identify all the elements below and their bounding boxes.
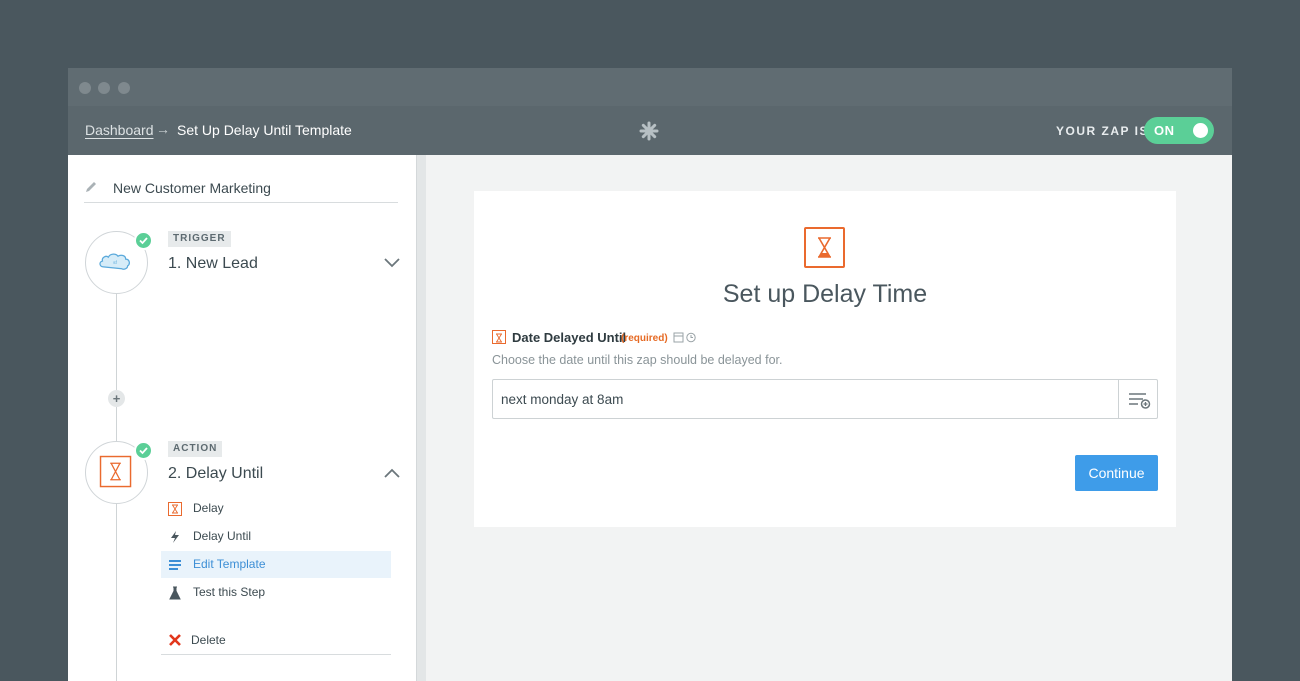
steps-sidebar: New Customer Marketing sf TRIGGER 1. New…: [68, 155, 418, 681]
delete-label: Delete: [191, 633, 226, 647]
required-label: (required): [621, 333, 668, 344]
pencil-icon: [86, 182, 96, 192]
calendar-clock-icon: [673, 332, 696, 343]
bolt-icon: [171, 531, 179, 543]
close-icon: [169, 634, 181, 646]
insert-field-button[interactable]: [1118, 380, 1157, 418]
chevron-down-icon[interactable]: [384, 258, 400, 268]
window-maximize-dot[interactable]: [118, 82, 130, 94]
app-window: Dashboard → Set Up Delay Until Template …: [68, 68, 1232, 681]
menu-label: Edit Template: [193, 557, 266, 571]
menu-item-delay[interactable]: Delay: [161, 495, 391, 522]
svg-text:sf: sf: [113, 260, 117, 266]
insert-field-icon: [1129, 393, 1151, 409]
field-help-text: Choose the date until this zap should be…: [492, 353, 783, 367]
zap-name-text: New Customer Marketing: [113, 180, 271, 196]
snowflake-logo-icon[interactable]: [639, 121, 659, 141]
continue-button[interactable]: Continue: [1075, 455, 1158, 491]
chevron-up-icon[interactable]: [384, 468, 400, 478]
breadcrumb-arrow: →: [156, 121, 170, 137]
menu-item-delay-until[interactable]: Delay Until: [161, 523, 391, 550]
hourglass-icon: [168, 502, 182, 516]
window-titlebar: [68, 68, 1232, 106]
menu-label: Delay: [193, 501, 224, 515]
hourglass-icon: [492, 330, 506, 344]
zap-on-toggle[interactable]: ON: [1144, 117, 1214, 144]
toggle-knob: [1193, 123, 1208, 138]
zap-name-field[interactable]: New Customer Marketing: [84, 177, 398, 203]
card-title: Set up Delay Time: [722, 280, 928, 308]
step-2-title[interactable]: 2. Delay Until: [168, 465, 263, 483]
breadcrumb-dashboard-link[interactable]: Dashboard: [85, 122, 154, 138]
window-close-dot[interactable]: [79, 82, 91, 94]
toggle-label: ON: [1154, 123, 1175, 138]
editor-header: Dashboard → Set Up Delay Until Template …: [68, 106, 1232, 155]
step-2-complete-check-icon: [134, 441, 153, 460]
breadcrumb-current: Set Up Delay Until Template: [177, 122, 352, 138]
menu-label: Test this Step: [193, 585, 266, 599]
menu-label: Delay Until: [193, 529, 252, 543]
hourglass-icon: [804, 227, 845, 268]
list-icon: [169, 560, 181, 570]
step-1-complete-check-icon: [134, 231, 153, 250]
zap-status-label: YOUR ZAP IS: [1056, 124, 1149, 138]
menu-item-edit-template[interactable]: Edit Template: [161, 551, 391, 578]
date-delayed-until-input[interactable]: [493, 380, 1119, 418]
menu-item-test-step[interactable]: Test this Step: [161, 579, 391, 606]
date-input-wrapper: [492, 379, 1158, 419]
sidebar-resize-divider[interactable]: [416, 155, 426, 681]
step-1-title[interactable]: 1. New Lead: [168, 255, 258, 273]
window-minimize-dot[interactable]: [98, 82, 110, 94]
setup-card: Set up Delay Time Date Delayed Until (re…: [474, 191, 1176, 527]
field-label: Date Delayed Until: [512, 330, 627, 345]
step-2-tag: ACTION: [168, 441, 223, 457]
flask-icon: [169, 586, 181, 600]
add-step-button[interactable]: +: [108, 390, 125, 407]
step-1-tag: TRIGGER: [168, 231, 231, 247]
delete-step-button[interactable]: Delete: [161, 625, 391, 655]
